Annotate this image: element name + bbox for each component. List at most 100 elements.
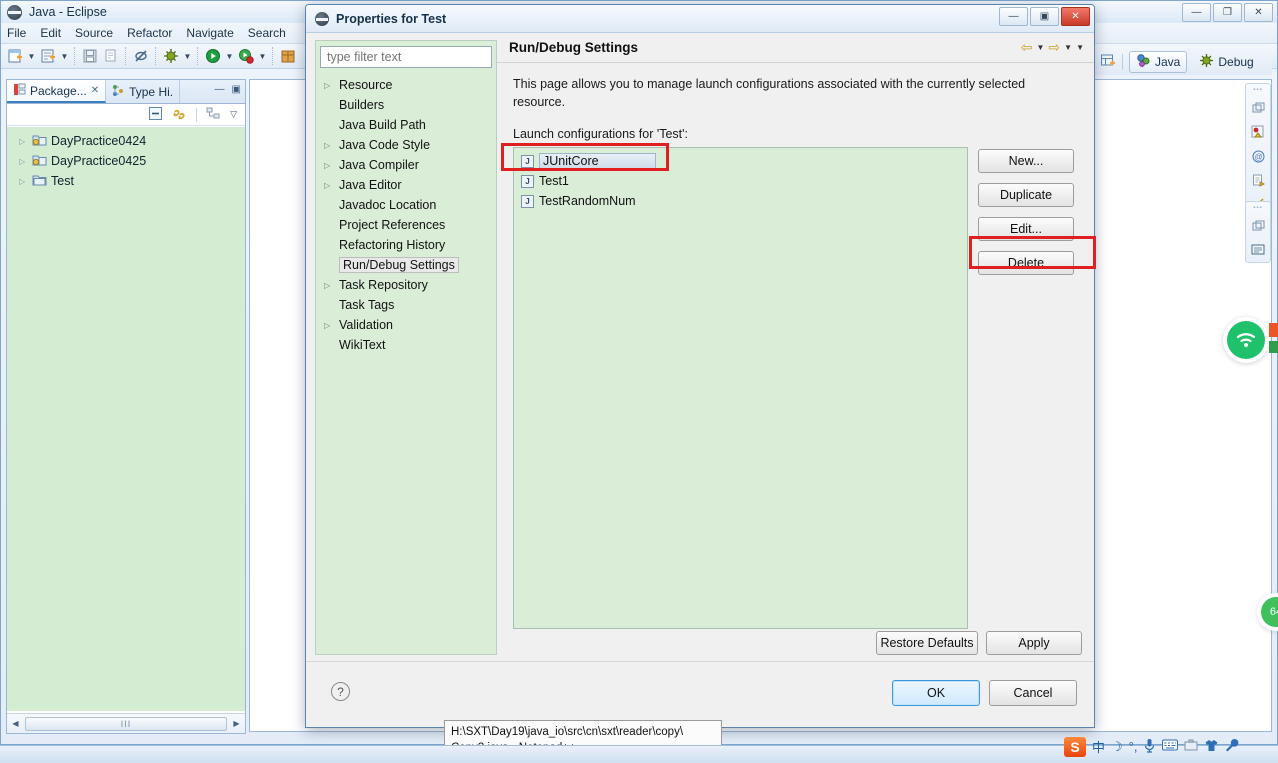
tab-type-hierarchy[interactable]: Type Hi. xyxy=(106,80,181,103)
save-icon[interactable] xyxy=(80,46,100,66)
edit-button[interactable]: Edit... xyxy=(978,217,1074,242)
settings-item-refactoring-history[interactable]: Refactoring History xyxy=(320,235,492,255)
skin-icon[interactable] xyxy=(1204,739,1219,755)
settings-item-java-compiler[interactable]: ▷ Java Compiler xyxy=(320,155,492,175)
debug-dropdown-icon[interactable]: ▼ xyxy=(182,46,193,66)
run-external-dropdown-icon[interactable]: ▼ xyxy=(257,46,268,66)
settings-item-javadoc-location[interactable]: Javadoc Location xyxy=(320,195,492,215)
microphone-icon[interactable] xyxy=(1143,738,1156,756)
fastview-grip[interactable]: ▪▪▪ xyxy=(1253,87,1262,93)
tab-close-icon[interactable]: ✕ xyxy=(91,85,99,96)
list-item-test1[interactable]: J Test1 xyxy=(516,171,965,191)
perspective-java[interactable]: Java xyxy=(1129,51,1188,73)
forward-arrow-icon[interactable]: ⇨ xyxy=(1048,39,1060,56)
restore-view-icon[interactable] xyxy=(1249,99,1267,117)
dialog-maximize-button[interactable]: ▣ xyxy=(1030,7,1059,26)
tree-item-test[interactable]: ▷ Test xyxy=(7,171,245,191)
scroll-right-icon[interactable]: ▶ xyxy=(228,715,245,733)
settings-item-wikitext[interactable]: WikiText xyxy=(320,335,492,355)
keyboard-icon[interactable] xyxy=(1162,739,1179,754)
moon-icon[interactable]: ☽ xyxy=(1111,739,1123,755)
wrench-icon[interactable] xyxy=(1225,738,1239,755)
settings-item-project-references[interactable]: Project References xyxy=(320,215,492,235)
forward-dropdown-icon[interactable]: ▼ xyxy=(1064,43,1072,52)
menu-search[interactable]: Search xyxy=(248,26,286,40)
maximize-button[interactable]: ❐ xyxy=(1213,3,1242,22)
new-java-class-icon[interactable] xyxy=(38,46,58,66)
tab-package-explorer[interactable]: Package... ✕ xyxy=(7,80,107,103)
console-icon[interactable] xyxy=(1249,241,1267,259)
close-button[interactable]: ✕ xyxy=(1244,3,1273,22)
settings-item-task-tags[interactable]: Task Tags xyxy=(320,295,492,315)
help-icon[interactable]: ? xyxy=(331,682,350,701)
print-icon[interactable] xyxy=(101,46,121,66)
view-maximize-icon[interactable]: ▣ xyxy=(232,84,241,95)
tree-item-daypractice0424[interactable]: ▷ DayPractice0424 xyxy=(7,131,245,151)
debug-icon[interactable] xyxy=(161,46,181,66)
expand-arrow-icon[interactable]: ▷ xyxy=(324,181,334,190)
expand-arrow-icon[interactable]: ▷ xyxy=(19,137,28,146)
breakpoints-icon[interactable] xyxy=(1249,123,1267,141)
delete-button[interactable]: Delete xyxy=(978,251,1074,276)
view-minimize-icon[interactable]: — xyxy=(215,84,225,95)
toolbox-icon[interactable] xyxy=(1184,739,1198,755)
fastview-grip[interactable]: ▪▪▪ xyxy=(1253,205,1262,211)
duplicate-button[interactable]: Duplicate xyxy=(978,183,1074,208)
expand-arrow-icon[interactable]: ▷ xyxy=(324,81,334,90)
new-java-class-dropdown-icon[interactable]: ▼ xyxy=(59,46,70,66)
scrollbar-thumb[interactable]: III xyxy=(25,716,227,731)
link-with-editor-icon[interactable] xyxy=(172,106,187,124)
open-perspective-icon[interactable] xyxy=(1100,53,1116,72)
menu-edit[interactable]: Edit xyxy=(40,26,61,40)
dialog-close-button[interactable]: ✕ xyxy=(1061,7,1090,26)
expand-arrow-icon[interactable]: ▷ xyxy=(19,177,28,186)
javadoc-view-icon[interactable] xyxy=(1249,171,1267,189)
scroll-left-icon[interactable]: ◀ xyxy=(7,715,24,733)
launch-configurations-list[interactable]: J JUnitCore J Test1 J TestRandomNum xyxy=(513,147,968,630)
sogou-icon[interactable]: S xyxy=(1064,736,1086,757)
settings-item-validation[interactable]: ▷ Validation xyxy=(320,315,492,335)
expand-arrow-icon[interactable]: ▷ xyxy=(324,161,334,170)
new-wizard-dropdown-icon[interactable]: ▼ xyxy=(26,46,37,66)
restore-defaults-button[interactable]: Restore Defaults xyxy=(876,631,978,655)
expand-arrow-icon[interactable]: ▷ xyxy=(324,281,334,290)
expand-arrow-icon[interactable]: ▷ xyxy=(324,141,334,150)
restore-view-icon[interactable] xyxy=(1249,217,1267,235)
collapse-all-icon[interactable] xyxy=(148,106,163,124)
view-menu-icon[interactable]: ▽ xyxy=(230,109,237,120)
menu-refactor[interactable]: Refactor xyxy=(127,26,172,40)
run-dropdown-icon[interactable]: ▼ xyxy=(224,46,235,66)
settings-item-resource[interactable]: ▷ Resource xyxy=(320,75,492,95)
perspective-debug[interactable]: Debug xyxy=(1193,52,1259,72)
run-icon[interactable] xyxy=(203,46,223,66)
package-explorer-hscrollbar[interactable]: ◀ III ▶ xyxy=(7,713,245,733)
back-arrow-icon[interactable]: ⇦ xyxy=(1021,39,1033,56)
apply-button[interactable]: Apply xyxy=(986,631,1082,655)
filter-input[interactable] xyxy=(320,46,492,68)
menu-file[interactable]: File xyxy=(7,26,26,40)
new-button[interactable]: New... xyxy=(978,149,1074,174)
floating-wifi-widget[interactable] xyxy=(1223,317,1269,363)
ok-button[interactable]: OK xyxy=(892,680,980,706)
settings-item-java-build-path[interactable]: Java Build Path xyxy=(320,115,492,135)
settings-item-java-editor[interactable]: ▷ Java Editor xyxy=(320,175,492,195)
chinese-input-icon[interactable]: 中 xyxy=(1092,737,1105,756)
annotation-icon[interactable]: @ xyxy=(1249,147,1267,165)
settings-item-builders[interactable]: Builders xyxy=(320,95,492,115)
expand-arrow-icon[interactable]: ▷ xyxy=(19,157,28,166)
list-item-testrandomnum[interactable]: J TestRandomNum xyxy=(516,191,965,211)
back-dropdown-icon[interactable]: ▼ xyxy=(1037,43,1045,52)
dialog-minimize-button[interactable]: — xyxy=(999,7,1028,26)
cancel-button[interactable]: Cancel xyxy=(989,680,1077,706)
view-hierarchy-icon[interactable] xyxy=(206,106,221,124)
toggle-breakpoint-icon[interactable] xyxy=(131,46,151,66)
package-icon[interactable] xyxy=(278,46,298,66)
page-menu-icon[interactable]: ▼ xyxy=(1076,43,1084,52)
menu-navigate[interactable]: Navigate xyxy=(186,26,233,40)
new-wizard-icon[interactable] xyxy=(5,46,25,66)
menu-source[interactable]: Source xyxy=(75,26,113,40)
punctuation-icon[interactable]: °, xyxy=(1129,739,1138,754)
tree-item-daypractice0425[interactable]: ▷ DayPractice0425 xyxy=(7,151,245,171)
settings-item-task-repository[interactable]: ▷ Task Repository xyxy=(320,275,492,295)
list-item-junitcore[interactable]: J JUnitCore xyxy=(516,151,965,171)
